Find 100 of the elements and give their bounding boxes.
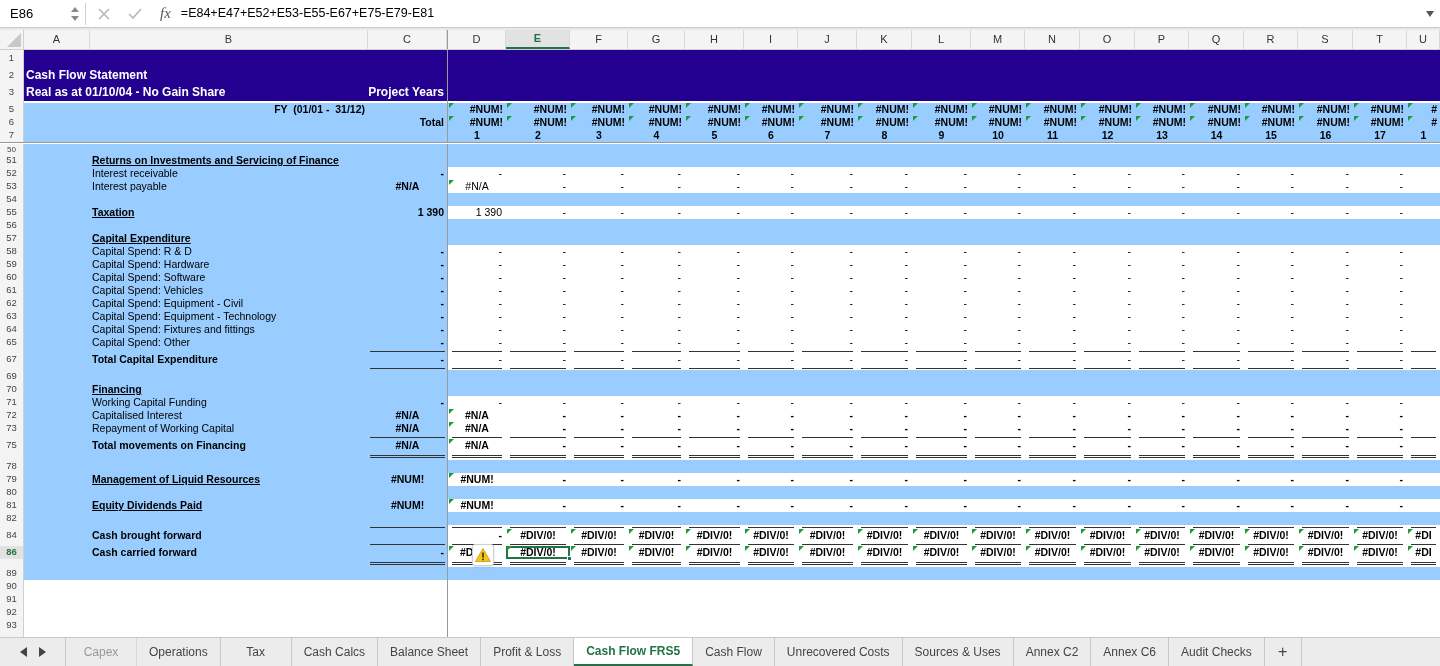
cell-value[interactable]: - — [744, 336, 798, 349]
row-header[interactable]: 55 — [0, 206, 24, 219]
cell-value[interactable]: - — [1353, 422, 1440, 435]
cell-value[interactable]: #DIV/0! — [1135, 546, 1189, 559]
column-header[interactable]: S — [1298, 30, 1353, 49]
cell-value[interactable]: - — [744, 499, 798, 512]
cell-value[interactable]: - — [798, 180, 857, 193]
cell-value[interactable]: #DIV/0! — [628, 529, 685, 542]
row-header[interactable]: 6 — [0, 116, 24, 129]
cell-value[interactable]: - — [628, 271, 685, 284]
cell-value[interactable]: - — [1353, 499, 1440, 512]
cell-value[interactable]: - — [1025, 271, 1080, 284]
cell-value[interactable]: - — [1135, 206, 1189, 219]
cell-value[interactable]: - — [447, 245, 506, 258]
cell-value[interactable]: - — [912, 353, 971, 366]
cell-value[interactable]: - — [1244, 310, 1298, 323]
cell-value[interactable]: - — [1244, 271, 1298, 284]
cell-value[interactable]: - — [685, 245, 744, 258]
sheet-tab[interactable]: Operations — [137, 638, 221, 666]
cell-value[interactable]: #NUM! — [447, 473, 506, 486]
cell-value[interactable]: - — [1353, 206, 1440, 219]
cell-value[interactable]: 4 — [628, 129, 685, 142]
cell-value[interactable]: 13 — [1135, 129, 1189, 142]
cell-value[interactable]: - — [1244, 409, 1298, 422]
cell-value[interactable]: - — [1189, 473, 1244, 486]
cell-value[interactable]: #NUM! — [857, 103, 912, 116]
row-header[interactable]: 56 — [0, 219, 24, 232]
cell-value[interactable]: - — [1244, 353, 1298, 366]
cell-value[interactable]: - — [1025, 409, 1080, 422]
cancel-icon[interactable] — [98, 7, 110, 20]
cell-value[interactable]: - — [857, 422, 912, 435]
sheet-tab[interactable]: Cash Calcs — [291, 638, 379, 666]
row-header[interactable]: 69 — [0, 370, 24, 383]
cell-value[interactable]: - — [447, 284, 506, 297]
cell-value[interactable]: - — [506, 180, 570, 193]
column-header[interactable]: M — [971, 30, 1025, 49]
column-header[interactable]: E — [506, 30, 570, 49]
cell-value[interactable]: - — [857, 297, 912, 310]
cell-value[interactable]: 6 — [744, 129, 798, 142]
cell-value[interactable]: - — [971, 353, 1025, 366]
sheet-tab[interactable]: Cash Flow FRS5 — [574, 638, 694, 666]
cell-value[interactable]: - — [1189, 284, 1244, 297]
cell-value[interactable]: - — [1189, 396, 1244, 409]
cell-value[interactable]: - — [971, 297, 1025, 310]
cell-value[interactable]: - — [857, 180, 912, 193]
cell-value[interactable]: #NUM! — [1189, 116, 1244, 129]
cell-value[interactable]: - — [570, 409, 628, 422]
cell-value[interactable]: - — [506, 336, 570, 349]
cell-value[interactable]: - — [912, 439, 971, 452]
sheet-tab[interactable]: Sources & Uses — [902, 638, 1014, 666]
cell-value[interactable]: - — [447, 353, 506, 366]
cell-value[interactable]: - — [447, 167, 506, 180]
cell-value[interactable]: - — [1025, 473, 1080, 486]
cell-value[interactable]: - — [570, 396, 628, 409]
cell-value[interactable]: - — [1298, 310, 1353, 323]
column-header[interactable]: C — [368, 30, 447, 49]
cell-value[interactable]: - — [685, 297, 744, 310]
cell-value[interactable]: - — [628, 180, 685, 193]
cell-value[interactable]: - — [857, 258, 912, 271]
cell-value[interactable]: - — [685, 422, 744, 435]
cell-value[interactable]: - — [1298, 297, 1353, 310]
cell-value[interactable]: #NUM! — [857, 116, 912, 129]
cell-value[interactable]: - — [1189, 245, 1244, 258]
cell-value[interactable]: - — [798, 336, 857, 349]
cell-value[interactable]: - — [1298, 258, 1353, 271]
cell-value[interactable]: - — [971, 439, 1025, 452]
cell-value[interactable]: - — [570, 258, 628, 271]
cell-value[interactable]: - — [857, 439, 912, 452]
cell-value[interactable]: - — [971, 258, 1025, 271]
cell-value[interactable]: - — [628, 258, 685, 271]
cell-value[interactable]: #NUM! — [447, 116, 506, 129]
cell-value[interactable]: - — [1025, 180, 1080, 193]
cell-value[interactable]: - — [744, 473, 798, 486]
cell-value[interactable]: - — [1025, 206, 1080, 219]
sheet-tab[interactable]: Annex C6 — [1091, 638, 1170, 666]
cell-value[interactable]: - — [912, 180, 971, 193]
cell-value[interactable]: #DIV/0! — [1189, 546, 1244, 559]
cell-value[interactable]: - — [1080, 258, 1135, 271]
cell-value[interactable]: - — [798, 258, 857, 271]
cell-value[interactable]: - — [1189, 439, 1244, 452]
cell-value[interactable]: - — [1025, 310, 1080, 323]
cell-value[interactable]: #NUM! — [685, 116, 744, 129]
cell-value[interactable]: - — [1135, 297, 1189, 310]
cell-value[interactable]: - — [570, 245, 628, 258]
cell-value[interactable]: - — [570, 353, 628, 366]
cell-value[interactable]: - — [1353, 439, 1440, 452]
cell-value[interactable]: 11 — [1025, 129, 1080, 142]
cell-value[interactable]: - — [1135, 245, 1189, 258]
cell-value[interactable]: - — [1298, 206, 1353, 219]
cell-value[interactable]: - — [1025, 323, 1080, 336]
row-header[interactable]: 80 — [0, 486, 24, 499]
cell-value[interactable]: - — [1298, 180, 1353, 193]
cell-value[interactable]: - — [628, 297, 685, 310]
cell-value[interactable]: - — [857, 499, 912, 512]
cell-value[interactable]: - — [685, 473, 744, 486]
cell-value[interactable]: - — [912, 206, 971, 219]
cell-value[interactable]: - — [798, 245, 857, 258]
cell-value[interactable]: - — [912, 499, 971, 512]
cell-value[interactable]: #DIV/0! — [685, 529, 744, 542]
cell-value[interactable]: - — [1080, 271, 1135, 284]
